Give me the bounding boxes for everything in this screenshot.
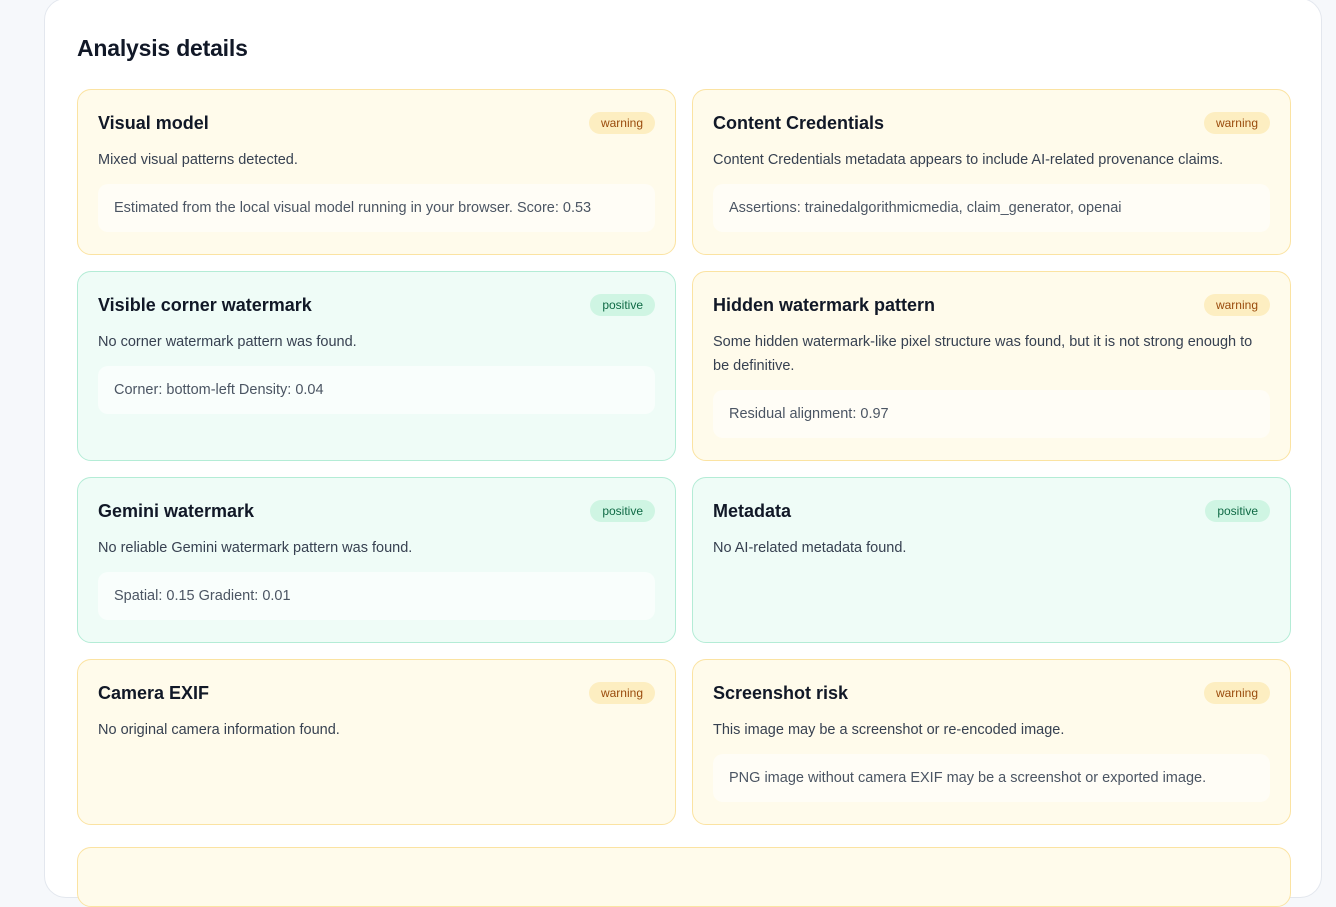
card-camera-exif: Camera EXIF warning No original camera i… [77, 659, 676, 825]
status-badge: positive [1205, 500, 1270, 522]
card-hidden-watermark-pattern: Hidden watermark pattern warning Some hi… [692, 271, 1291, 461]
card-description: No reliable Gemini watermark pattern was… [98, 540, 413, 556]
card-description: No AI-related metadata found. [713, 540, 907, 556]
card-detail: Residual alignment: 0.97 [713, 390, 1270, 438]
card-visible-corner-watermark: Visible corner watermark positive No cor… [77, 271, 676, 461]
card-title: Screenshot risk [713, 682, 849, 703]
status-badge: positive [590, 500, 655, 522]
card-screenshot-risk: Screenshot risk warning This image may b… [692, 659, 1291, 825]
card-title: Gemini watermark [98, 500, 255, 521]
card-metadata: Metadata positive No AI-related metadata… [692, 477, 1291, 643]
status-badge: warning [1203, 112, 1270, 134]
card-detail: Spatial: 0.15 Gradient: 0.01 [98, 572, 655, 620]
card-description: No original camera information found. [98, 722, 340, 738]
card-detail: PNG image without camera EXIF may be a s… [713, 754, 1270, 802]
card-title: Hidden watermark pattern [713, 294, 936, 315]
card-description: Some hidden watermark-like pixel structu… [713, 334, 1253, 374]
status-badge: warning [588, 682, 655, 704]
status-badge: warning [588, 112, 655, 134]
card-description: This image may be a screenshot or re-enc… [713, 722, 1065, 738]
card-gemini-watermark: Gemini watermark positive No reliable Ge… [77, 477, 676, 643]
analysis-details-panel: Analysis details Visual model warning Mi… [44, 0, 1322, 907]
card-detail: Corner: bottom-left Density: 0.04 [98, 366, 655, 414]
card-content-credentials: Content Credentials warning Content Cred… [692, 89, 1291, 255]
panel-title: Analysis details [77, 35, 248, 61]
card-title: Metadata [713, 500, 792, 521]
analysis-cards-grid: Visual model warning Mixed visual patter… [77, 89, 1291, 825]
card-title: Visible corner watermark [98, 294, 312, 315]
card-detail: Assertions: trainedalgorithmicmedia, cla… [713, 184, 1270, 232]
card-visual-model: Visual model warning Mixed visual patter… [77, 89, 676, 255]
card-title: Camera EXIF [98, 682, 210, 703]
status-badge: warning [1203, 682, 1270, 704]
card-detail: Estimated from the local visual model ru… [98, 184, 655, 232]
next-card-partial [77, 847, 1291, 907]
status-badge: positive [590, 294, 655, 316]
card-description: Content Credentials metadata appears to … [713, 152, 1224, 168]
card-title: Content Credentials [713, 112, 885, 133]
card-title: Visual model [98, 112, 209, 133]
card-description: No corner watermark pattern was found. [98, 334, 357, 350]
status-badge: warning [1203, 294, 1270, 316]
card-description: Mixed visual patterns detected. [98, 152, 298, 168]
